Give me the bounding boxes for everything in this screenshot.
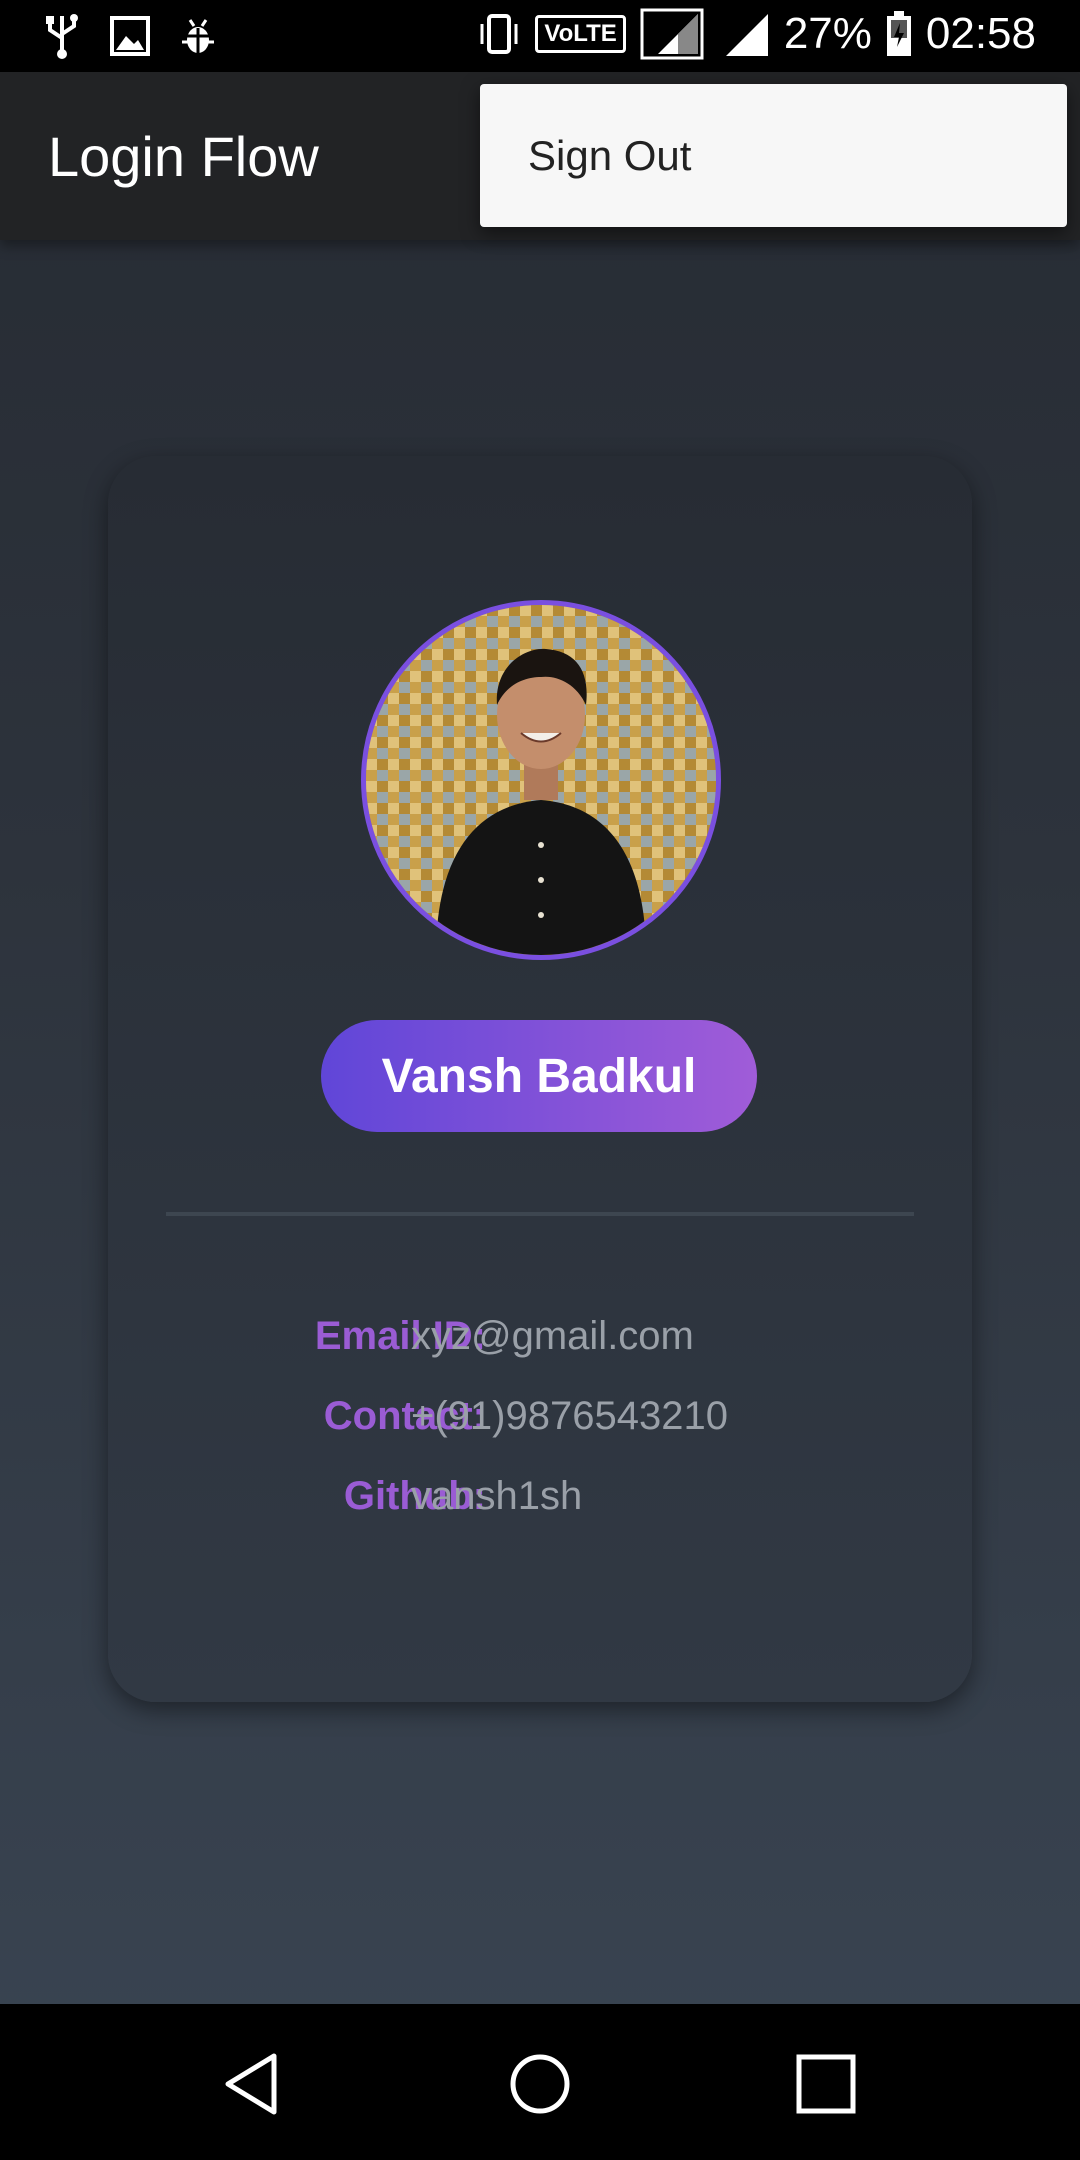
clock: 02:58 xyxy=(925,9,1036,58)
github-row: Github: vansh1sh xyxy=(108,1474,972,1530)
overflow-menu: Sign Out xyxy=(480,84,1067,227)
signal-sim1-icon xyxy=(640,8,704,60)
avatar xyxy=(361,600,721,960)
app-title: Login Flow xyxy=(48,125,319,188)
screen: VoLTE 27% 02:58 Login Flow Sign Out Vans… xyxy=(0,0,1080,2160)
profile-card: Vansh Badkul Email ID: xyz@gmail.com Con… xyxy=(108,456,972,1702)
volte-icon: VoLTE xyxy=(535,15,626,53)
back-icon[interactable] xyxy=(222,2052,286,2116)
status-icons-left xyxy=(44,12,216,60)
image-icon xyxy=(110,16,150,56)
contact-row: Contact: +(91)9876543210 xyxy=(108,1394,972,1450)
bug-icon xyxy=(180,16,216,56)
email-value: xyz@gmail.com xyxy=(411,1314,694,1358)
signal-sim2-icon xyxy=(718,8,770,60)
status-bar: VoLTE 27% 02:58 xyxy=(0,0,1080,72)
navigation-bar xyxy=(0,2004,1080,2160)
home-icon[interactable] xyxy=(508,2052,572,2116)
github-value: vansh1sh xyxy=(411,1474,583,1518)
usb-icon xyxy=(44,12,80,60)
divider xyxy=(166,1212,914,1216)
status-icons-right: VoLTE 27% 02:58 xyxy=(477,8,1036,60)
avatar-photo xyxy=(366,605,716,955)
recents-icon[interactable] xyxy=(794,2052,858,2116)
battery-percent: 27% xyxy=(783,9,872,58)
battery-charging-icon xyxy=(886,11,912,57)
profile-name: Vansh Badkul xyxy=(321,1020,757,1132)
contact-value: +(91)9876543210 xyxy=(411,1394,728,1438)
sign-out-menu-item[interactable]: Sign Out xyxy=(528,132,691,180)
vibrate-icon xyxy=(477,12,521,56)
email-row: Email ID: xyz@gmail.com xyxy=(108,1314,972,1370)
